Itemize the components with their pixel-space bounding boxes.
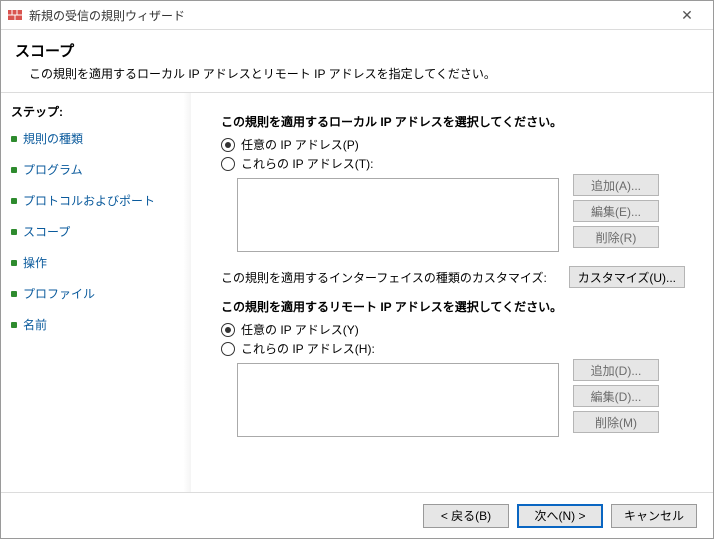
radio-label: これらの IP アドレス(H): [241, 340, 375, 357]
wizard-window: 新規の受信の規則ウィザード ✕ スコープ この規則を適用するローカル IP アド… [0, 0, 714, 539]
sidebar-item-label: プロファイル [23, 285, 95, 302]
local-ip-listbox [237, 178, 559, 252]
sidebar-item-label: プログラム [23, 161, 83, 178]
interface-customize-label: この規則を適用するインターフェイスの種類のカスタマイズ: [221, 269, 547, 286]
step-bullet-icon [11, 291, 17, 297]
radio-icon [221, 342, 235, 356]
local-these-ip-radio[interactable]: これらの IP アドレス(T): [221, 155, 699, 172]
remote-remove-button: 削除(M) [573, 411, 659, 433]
sidebar-item-protocol-ports[interactable]: プロトコルおよびポート [11, 190, 181, 211]
sidebar-item-label: 規則の種類 [23, 130, 83, 147]
local-any-ip-radio[interactable]: 任意の IP アドレス(P) [221, 136, 699, 153]
radio-icon [221, 138, 235, 152]
sidebar-item-action[interactable]: 操作 [11, 252, 181, 273]
local-remove-button: 削除(R) [573, 226, 659, 248]
local-add-button: 追加(A)... [573, 174, 659, 196]
step-bullet-icon [11, 136, 17, 142]
remote-these-ip-radio[interactable]: これらの IP アドレス(H): [221, 340, 699, 357]
cancel-button[interactable]: キャンセル [611, 504, 697, 528]
remote-edit-button: 編集(D)... [573, 385, 659, 407]
remote-any-ip-radio[interactable]: 任意の IP アドレス(Y) [221, 321, 699, 338]
sidebar-item-profile[interactable]: プロファイル [11, 283, 181, 304]
page-title: スコープ [15, 40, 699, 61]
steps-sidebar: ステップ: 規則の種類 プログラム プロトコルおよびポート スコープ 操作 [1, 93, 191, 492]
sidebar-item-label: スコープ [23, 223, 70, 240]
back-button[interactable]: < 戻る(B) [423, 504, 509, 528]
remote-add-button: 追加(D)... [573, 359, 659, 381]
wizard-footer: < 戻る(B) 次へ(N) > キャンセル [1, 492, 713, 538]
step-bullet-icon [11, 260, 17, 266]
remote-ip-title: この規則を適用するリモート IP アドレスを選択してください。 [221, 298, 699, 315]
step-bullet-icon [11, 198, 17, 204]
steps-label: ステップ: [11, 103, 181, 120]
sidebar-item-label: プロトコルおよびポート [23, 192, 155, 209]
window-title: 新規の受信の規則ウィザード [29, 7, 667, 24]
step-bullet-icon [11, 322, 17, 328]
titlebar: 新規の受信の規則ウィザード ✕ [1, 1, 713, 30]
wizard-header: スコープ この規則を適用するローカル IP アドレスとリモート IP アドレスを… [1, 30, 713, 92]
sidebar-item-scope[interactable]: スコープ [11, 221, 181, 242]
page-subtitle: この規則を適用するローカル IP アドレスとリモート IP アドレスを指定してく… [29, 65, 699, 82]
radio-icon [221, 323, 235, 337]
firewall-icon [7, 7, 23, 23]
sidebar-item-label: 名前 [23, 316, 47, 333]
next-button[interactable]: 次へ(N) > [517, 504, 603, 528]
local-ip-title: この規則を適用するローカル IP アドレスを選択してください。 [221, 113, 699, 130]
remote-ip-listbox [237, 363, 559, 437]
step-bullet-icon [11, 229, 17, 235]
customize-interface-button[interactable]: カスタマイズ(U)... [569, 266, 685, 288]
radio-label: これらの IP アドレス(T): [241, 155, 373, 172]
content-panel: この規則を適用するローカル IP アドレスを選択してください。 任意の IP ア… [191, 93, 713, 492]
step-bullet-icon [11, 167, 17, 173]
radio-label: 任意の IP アドレス(P) [241, 136, 359, 153]
radio-label: 任意の IP アドレス(Y) [241, 321, 359, 338]
close-icon[interactable]: ✕ [667, 8, 707, 22]
radio-icon [221, 157, 235, 171]
local-edit-button: 編集(E)... [573, 200, 659, 222]
sidebar-item-program[interactable]: プログラム [11, 159, 181, 180]
sidebar-item-label: 操作 [23, 254, 47, 271]
sidebar-item-rule-type[interactable]: 規則の種類 [11, 128, 181, 149]
sidebar-item-name[interactable]: 名前 [11, 314, 181, 335]
wizard-body: ステップ: 規則の種類 プログラム プロトコルおよびポート スコープ 操作 [1, 92, 713, 492]
